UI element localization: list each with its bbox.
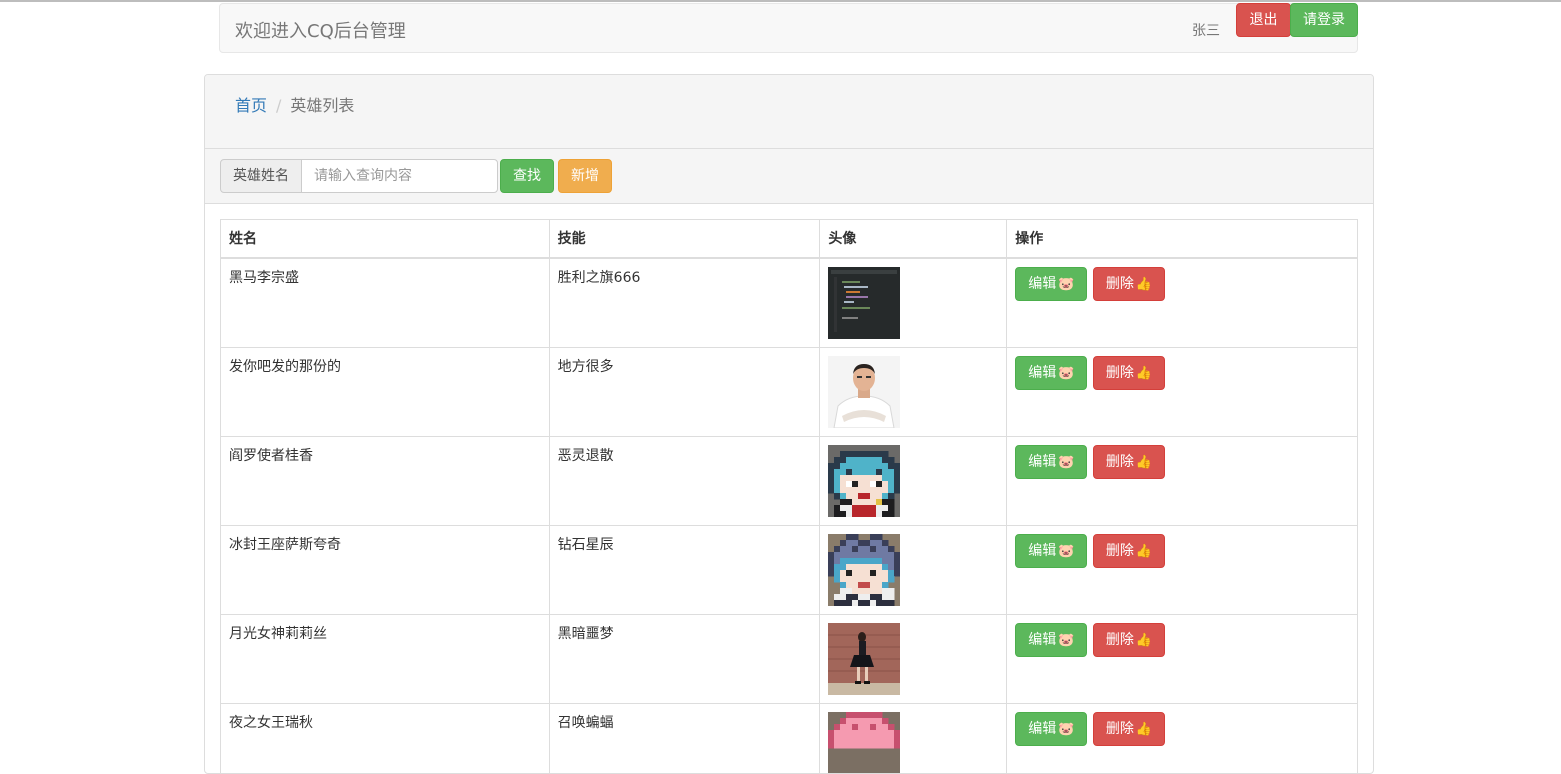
hero-avatar-image <box>828 712 998 774</box>
hero-avatar-cell <box>820 614 1007 703</box>
table-row: 黑马李宗盛 胜利之旗666 编辑🐷 删除👍 <box>221 258 1358 348</box>
delete-button[interactable]: 删除👍 <box>1093 534 1165 568</box>
thumbs-up-icon: 👍 <box>1136 633 1152 648</box>
search-addon-label: 英雄姓名 <box>220 159 302 193</box>
breadcrumb: 首页/英雄列表 <box>235 92 354 116</box>
edit-button[interactable]: 编辑🐷 <box>1015 534 1087 568</box>
hero-skill-cell: 钻石星辰 <box>549 525 820 614</box>
edit-button-label: 编辑 <box>1028 365 1056 381</box>
edit-button-label: 编辑 <box>1028 276 1056 292</box>
delete-button-label: 删除 <box>1106 454 1134 470</box>
breadcrumb-separator: / <box>267 96 290 115</box>
hero-skill-cell: 恶灵退散 <box>549 436 820 525</box>
thumbs-up-icon: 👍 <box>1136 366 1152 381</box>
delete-button[interactable]: 删除👍 <box>1093 623 1165 657</box>
edit-button-label: 编辑 <box>1028 543 1056 559</box>
top-border-line <box>0 0 1561 2</box>
hero-avatar-cell <box>820 525 1007 614</box>
current-user-name: 张三 <box>1192 20 1220 40</box>
edit-button-label: 编辑 <box>1028 454 1056 470</box>
panel-heading: 首页/英雄列表 <box>205 75 1373 149</box>
hero-skill-cell: 召唤蝙蝠 <box>549 703 820 774</box>
edit-button[interactable]: 编辑🐷 <box>1015 445 1087 479</box>
hero-avatar-image <box>828 356 998 428</box>
delete-button-label: 删除 <box>1106 276 1134 292</box>
hero-list-panel: 首页/英雄列表 英雄姓名 查找 新增 姓名 技能 头像 操作 黑马李宗盛 胜利之… <box>204 74 1374 774</box>
find-button[interactable]: 查找 <box>500 159 554 193</box>
edit-button[interactable]: 编辑🐷 <box>1015 356 1087 390</box>
logout-button[interactable]: 退出 <box>1236 3 1291 37</box>
edit-button[interactable]: 编辑🐷 <box>1015 267 1087 301</box>
hero-actions-cell: 编辑🐷 删除👍 <box>1007 614 1358 703</box>
pig-face-icon: 🐷 <box>1058 633 1074 648</box>
delete-button-label: 删除 <box>1106 721 1134 737</box>
hero-skill-cell: 胜利之旗666 <box>549 258 820 348</box>
thumbs-up-icon: 👍 <box>1136 722 1152 737</box>
pig-face-icon: 🐷 <box>1058 722 1074 737</box>
thumbs-up-icon: 👍 <box>1136 544 1152 559</box>
login-button[interactable]: 请登录 <box>1290 3 1358 37</box>
delete-button[interactable]: 删除👍 <box>1093 356 1165 390</box>
delete-button[interactable]: 删除👍 <box>1093 267 1165 301</box>
header-name: 姓名 <box>221 220 550 258</box>
table-row: 阎罗使者桂香 恶灵退散 编辑🐷 删除👍 <box>221 436 1358 525</box>
table-body: 黑马李宗盛 胜利之旗666 编辑🐷 删除👍 发你吧发的那份的 地方很多 编辑🐷 … <box>221 258 1358 774</box>
hero-avatar-image <box>828 267 998 339</box>
pig-face-icon: 🐷 <box>1058 277 1074 292</box>
delete-button-label: 删除 <box>1106 543 1134 559</box>
hero-name-cell: 黑马李宗盛 <box>221 258 550 348</box>
table-header-row: 姓名 技能 头像 操作 <box>221 220 1358 258</box>
hero-avatar-cell <box>820 258 1007 348</box>
hero-name-cell: 阎罗使者桂香 <box>221 436 550 525</box>
hero-actions-cell: 编辑🐷 删除👍 <box>1007 525 1358 614</box>
hero-avatar-image <box>828 445 998 517</box>
header-skill: 技能 <box>549 220 820 258</box>
hero-name-cell: 月光女神莉莉丝 <box>221 614 550 703</box>
hero-name-cell: 冰封王座萨斯夸奇 <box>221 525 550 614</box>
edit-button-label: 编辑 <box>1028 632 1056 648</box>
header-avatar: 头像 <box>820 220 1007 258</box>
hero-actions-cell: 编辑🐷 删除👍 <box>1007 258 1358 348</box>
delete-button-label: 删除 <box>1106 365 1134 381</box>
pig-face-icon: 🐷 <box>1058 455 1074 470</box>
thumbs-up-icon: 👍 <box>1136 277 1152 292</box>
pig-face-icon: 🐷 <box>1058 544 1074 559</box>
table-row: 月光女神莉莉丝 黑暗噩梦 编辑🐷 删除👍 <box>221 614 1358 703</box>
table-row: 夜之女王瑞秋 召唤蝙蝠 编辑🐷 删除👍 <box>221 703 1358 774</box>
breadcrumb-current: 英雄列表 <box>290 96 354 115</box>
hero-avatar-cell <box>820 703 1007 774</box>
edit-button[interactable]: 编辑🐷 <box>1015 623 1087 657</box>
breadcrumb-home-link[interactable]: 首页 <box>235 96 267 115</box>
search-toolbar: 英雄姓名 查找 新增 <box>205 149 1373 204</box>
delete-button[interactable]: 删除👍 <box>1093 712 1165 746</box>
hero-actions-cell: 编辑🐷 删除👍 <box>1007 347 1358 436</box>
pig-face-icon: 🐷 <box>1058 366 1074 381</box>
search-input[interactable] <box>301 159 498 193</box>
hero-avatar-cell <box>820 436 1007 525</box>
hero-actions-cell: 编辑🐷 删除👍 <box>1007 436 1358 525</box>
hero-actions-cell: 编辑🐷 删除👍 <box>1007 703 1358 774</box>
hero-skill-cell: 地方很多 <box>549 347 820 436</box>
navbar: 欢迎进入CQ后台管理 张三 <box>219 3 1358 53</box>
thumbs-up-icon: 👍 <box>1136 455 1152 470</box>
edit-button[interactable]: 编辑🐷 <box>1015 712 1087 746</box>
hero-avatar-image <box>828 534 998 606</box>
delete-button[interactable]: 删除👍 <box>1093 445 1165 479</box>
hero-avatar-cell <box>820 347 1007 436</box>
delete-button-label: 删除 <box>1106 632 1134 648</box>
hero-name-cell: 发你吧发的那份的 <box>221 347 550 436</box>
table-row: 发你吧发的那份的 地方很多 编辑🐷 删除👍 <box>221 347 1358 436</box>
hero-avatar-image <box>828 623 998 695</box>
header-actions: 操作 <box>1007 220 1358 258</box>
navbar-brand[interactable]: 欢迎进入CQ后台管理 <box>235 17 406 43</box>
table-row: 冰封王座萨斯夸奇 钻石星辰 编辑🐷 删除👍 <box>221 525 1358 614</box>
edit-button-label: 编辑 <box>1028 721 1056 737</box>
add-button[interactable]: 新增 <box>558 159 612 193</box>
hero-table: 姓名 技能 头像 操作 黑马李宗盛 胜利之旗666 编辑🐷 删除👍 发你吧发的那… <box>220 219 1358 774</box>
hero-skill-cell: 黑暗噩梦 <box>549 614 820 703</box>
hero-name-cell: 夜之女王瑞秋 <box>221 703 550 774</box>
